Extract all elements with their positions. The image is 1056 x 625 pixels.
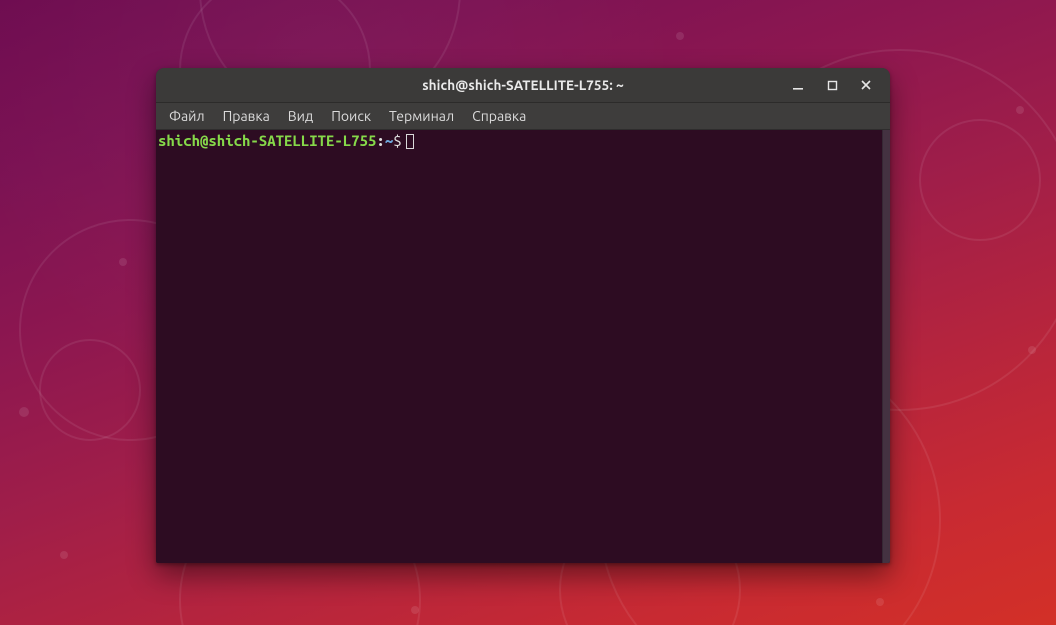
- minimize-icon: [792, 79, 804, 91]
- menu-terminal[interactable]: Терминал: [380, 106, 463, 126]
- menu-edit[interactable]: Правка: [214, 106, 279, 126]
- menu-view[interactable]: Вид: [279, 106, 322, 126]
- terminal-output[interactable]: shich@shich-SATELLITE-L755:~$: [156, 130, 882, 563]
- prompt-path: ~: [385, 132, 393, 149]
- minimize-button[interactable]: [788, 75, 808, 95]
- menu-file[interactable]: Файл: [160, 106, 214, 126]
- prompt-user-host: shich@shich-SATELLITE-L755: [158, 132, 376, 149]
- close-button[interactable]: [856, 75, 876, 95]
- terminal-cursor: [406, 134, 414, 149]
- prompt-colon: :: [376, 132, 384, 149]
- terminal-body-wrap: shich@shich-SATELLITE-L755:~$: [156, 130, 890, 563]
- menu-search[interactable]: Поиск: [322, 106, 380, 126]
- terminal-scrollbar[interactable]: [882, 130, 890, 563]
- window-title: shich@shich-SATELLITE-L755: ~: [156, 77, 890, 93]
- window-titlebar[interactable]: shich@shich-SATELLITE-L755: ~: [156, 68, 890, 103]
- desktop-wallpaper: shich@shich-SATELLITE-L755: ~: [0, 0, 1056, 625]
- terminal-window: shich@shich-SATELLITE-L755: ~: [156, 68, 890, 563]
- prompt-symbol: $: [393, 132, 401, 149]
- menu-help[interactable]: Справка: [463, 106, 535, 126]
- menubar: Файл Правка Вид Поиск Терминал Справка: [156, 103, 890, 130]
- close-icon: [860, 79, 872, 91]
- maximize-button[interactable]: [822, 75, 842, 95]
- window-controls: [788, 68, 884, 102]
- maximize-icon: [827, 80, 838, 91]
